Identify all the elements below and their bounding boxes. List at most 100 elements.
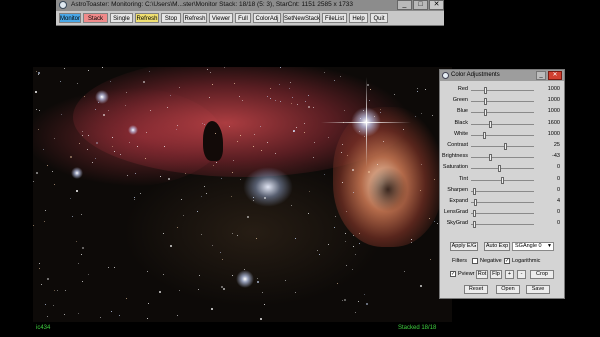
slider-track[interactable]	[471, 123, 534, 125]
setnewstack-button[interactable]: SetNewStack	[283, 13, 320, 23]
slider-track[interactable]	[471, 112, 534, 114]
slider-thumb[interactable]	[484, 98, 488, 106]
star	[257, 278, 258, 279]
flip-button[interactable]: Flp	[490, 270, 502, 279]
reset-button[interactable]: Reset	[464, 285, 488, 294]
close-button[interactable]: ✕	[429, 0, 444, 10]
slider-track[interactable]	[471, 213, 534, 215]
slider-row-brightness: Brightness -43	[440, 152, 564, 162]
slider-thumb[interactable]	[484, 109, 488, 117]
slider-track[interactable]	[471, 224, 534, 226]
refresh-toggle-button[interactable]: Refresh	[135, 13, 159, 23]
filelist-button[interactable]: FileList	[322, 13, 347, 23]
star	[334, 80, 335, 81]
star	[417, 91, 418, 92]
app-icon	[59, 1, 67, 9]
auto-exp-button[interactable]: Auto Exp	[484, 242, 510, 251]
star	[355, 312, 356, 313]
slider-thumb[interactable]	[473, 187, 477, 195]
slider-row-black: Black 1600	[440, 119, 564, 129]
star	[127, 175, 128, 176]
crop-button[interactable]: Crop	[530, 270, 554, 279]
star	[212, 84, 213, 85]
slider-thumb[interactable]	[501, 176, 504, 184]
viewer-button[interactable]: Viewer	[209, 13, 233, 23]
astro-image[interactable]	[33, 67, 452, 322]
zoom-in-button[interactable]: +	[505, 270, 514, 279]
star	[100, 317, 101, 318]
slider-thumb[interactable]	[504, 143, 507, 150]
slider-thumb[interactable]	[489, 154, 492, 162]
slider-value: 0	[556, 220, 560, 227]
slider-track[interactable]	[471, 134, 534, 136]
slider-thumb[interactable]	[473, 210, 477, 218]
star	[177, 315, 178, 316]
stack-button[interactable]: Stack	[83, 13, 108, 23]
slider-row-tint: Tint 0	[440, 175, 564, 185]
panel-title-bar[interactable]: Color Adjustments _ ✕	[440, 70, 564, 81]
star	[38, 129, 39, 130]
star-glow	[71, 167, 83, 179]
star	[290, 82, 291, 83]
star	[359, 233, 360, 234]
star	[237, 141, 238, 142]
star	[92, 162, 93, 163]
full-button[interactable]: Full	[235, 13, 251, 23]
maximize-button[interactable]: □	[413, 0, 428, 10]
sg-angle-select[interactable]: SGAngle 0 ▼	[512, 242, 554, 251]
star	[222, 259, 223, 260]
slider-track[interactable]	[471, 146, 534, 147]
slider-track[interactable]	[471, 90, 534, 91]
logarithmic-checkbox[interactable]: ✓	[504, 258, 510, 264]
stop-button[interactable]: Stop	[161, 13, 181, 23]
star	[149, 71, 150, 72]
star	[328, 244, 329, 245]
rotate-button[interactable]: Rot	[476, 270, 488, 279]
chevron-down-icon: ▼	[547, 243, 552, 249]
star	[38, 74, 39, 75]
slider-track[interactable]	[471, 202, 534, 203]
star	[264, 304, 265, 305]
negative-label: Negative	[480, 258, 502, 264]
slider-track[interactable]	[471, 157, 534, 159]
help-button[interactable]: Help	[349, 13, 368, 23]
minimize-button[interactable]: _	[397, 0, 412, 10]
star	[425, 89, 426, 90]
slider-thumb[interactable]	[498, 165, 501, 173]
negative-checkbox[interactable]	[472, 258, 478, 264]
panel-close-button[interactable]: ✕	[548, 71, 562, 80]
slider-thumb[interactable]	[473, 221, 477, 229]
single-button[interactable]: Single	[110, 13, 133, 23]
zoom-out-button[interactable]: -	[517, 270, 526, 279]
star	[103, 114, 105, 116]
star	[232, 275, 233, 276]
star	[54, 290, 55, 291]
slider-track[interactable]	[471, 168, 534, 170]
star	[114, 151, 115, 152]
flame-dark-lane	[368, 167, 408, 212]
pviewer-checkbox[interactable]: ✓	[450, 271, 456, 277]
slider-thumb[interactable]	[489, 120, 492, 128]
star	[170, 245, 172, 247]
refresh-button[interactable]: Refresh	[183, 13, 207, 23]
slider-value: 0	[556, 175, 560, 182]
star	[342, 182, 343, 183]
quit-button[interactable]: Quit	[370, 13, 388, 23]
apply-eg-button[interactable]: Apply E/G	[450, 242, 478, 251]
slider-thumb[interactable]	[474, 199, 477, 206]
slider-track[interactable]	[471, 190, 534, 192]
star	[295, 292, 296, 293]
panel-minimize-button[interactable]: _	[536, 71, 546, 80]
monitor-button[interactable]: Monitor	[59, 13, 81, 23]
slider-track[interactable]	[471, 101, 534, 103]
star	[369, 100, 370, 101]
open-button[interactable]: Open	[496, 285, 520, 294]
star	[341, 152, 342, 153]
star	[177, 125, 178, 126]
coloradj-button[interactable]: ColorAdj	[253, 13, 281, 23]
star	[295, 238, 296, 239]
slider-thumb[interactable]	[484, 87, 488, 94]
slider-thumb[interactable]	[483, 131, 486, 139]
save-button[interactable]: Save	[526, 285, 550, 294]
star	[211, 308, 213, 310]
